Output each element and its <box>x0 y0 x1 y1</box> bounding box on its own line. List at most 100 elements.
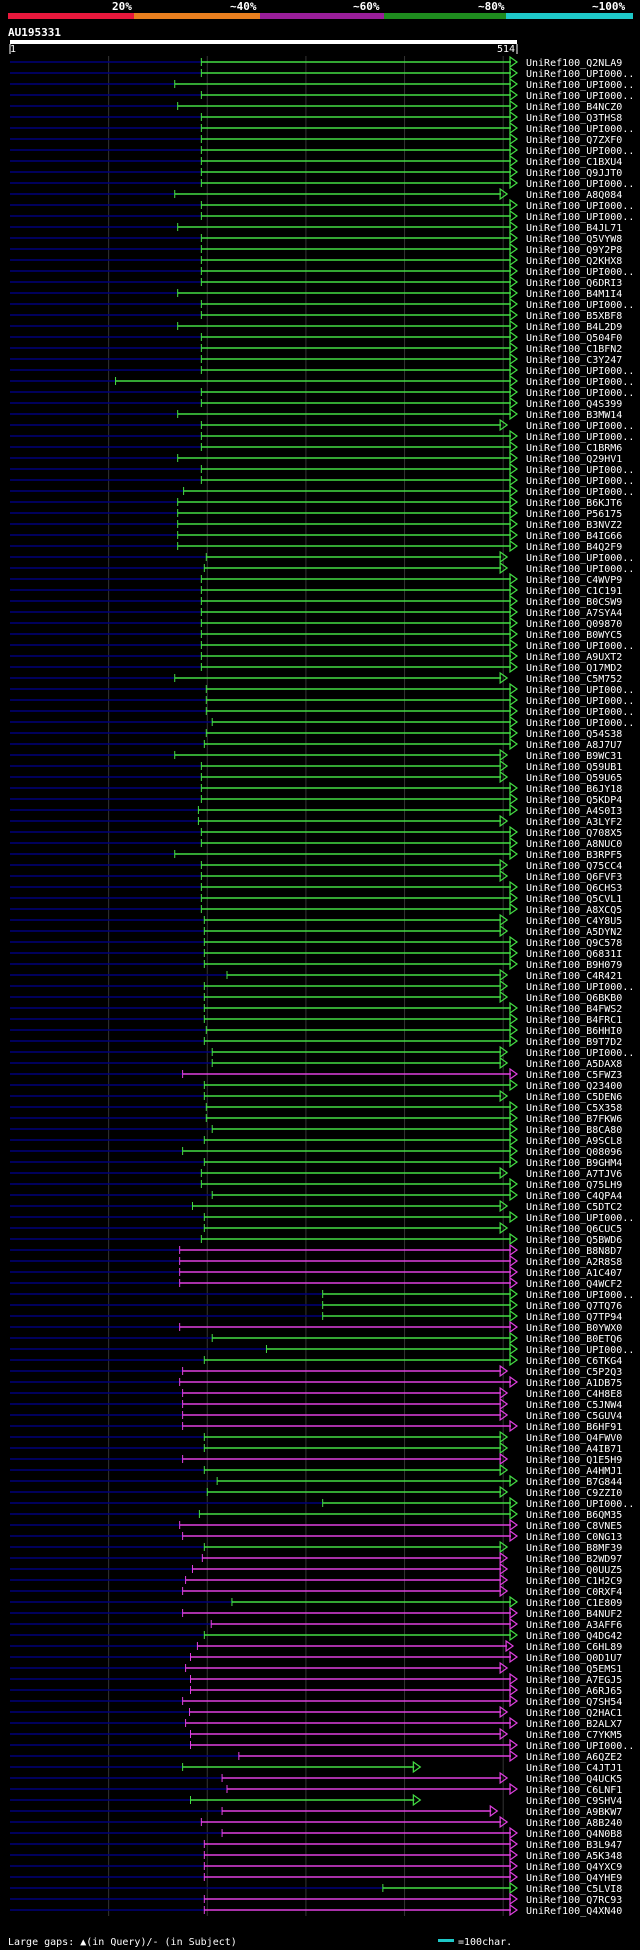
hit-label[interactable]: UniRef100_Q7ZXF0 <box>526 135 622 146</box>
hit-row[interactable]: UniRef100_B0CSW9 <box>10 594 622 608</box>
hit-row[interactable]: UniRef100_A1DB75 <box>10 1375 622 1389</box>
hit-row[interactable]: UniRef100_A9UXT2 <box>10 649 622 663</box>
hit-label[interactable]: UniRef100_C5M752 <box>526 674 622 685</box>
hit-row[interactable]: UniRef100_UPI000.. <box>10 121 634 135</box>
hit-label[interactable]: UniRef100_C4WVP9 <box>526 575 622 586</box>
hit-label[interactable]: UniRef100_Q5EMS1 <box>526 1664 622 1675</box>
hit-row[interactable]: UniRef100_C0RXF4 <box>10 1584 622 1598</box>
hit-label[interactable]: UniRef100_Q4N0B8 <box>526 1829 622 1840</box>
hit-row[interactable]: UniRef100_A8XCQ5 <box>10 902 622 916</box>
hit-row[interactable]: UniRef100_Q6831I <box>10 946 622 960</box>
hit-label[interactable]: UniRef100_B6KJT6 <box>526 498 622 509</box>
hit-row[interactable]: UniRef100_B7FKW6 <box>10 1111 622 1125</box>
hit-row[interactable]: UniRef100_B4L2D9 <box>10 319 622 333</box>
hit-row[interactable]: UniRef100_Q5VYW8 <box>10 231 622 245</box>
hit-label[interactable]: UniRef100_Q4YHE9 <box>526 1873 622 1884</box>
hit-row[interactable]: UniRef100_B0YWX0 <box>10 1320 622 1334</box>
hit-row[interactable]: UniRef100_UPI000.. <box>10 1342 634 1356</box>
hit-label[interactable]: UniRef100_A5DYN2 <box>526 927 622 938</box>
hit-label[interactable]: UniRef100_B8MF39 <box>526 1543 622 1554</box>
hit-label[interactable]: UniRef100_P56175 <box>526 509 622 520</box>
hit-row[interactable]: UniRef100_Q7TP94 <box>10 1309 622 1323</box>
hit-label[interactable]: UniRef100_Q6DRI3 <box>526 278 622 289</box>
hit-label[interactable]: UniRef100_UPI000.. <box>526 982 634 993</box>
hit-row[interactable]: UniRef100_UPI000.. <box>10 1496 634 1510</box>
hit-row[interactable]: UniRef100_C6LNF1 <box>10 1782 622 1796</box>
hit-row[interactable]: UniRef100_A6QZE2 <box>10 1749 622 1763</box>
hit-label[interactable]: UniRef100_Q4S399 <box>526 399 622 410</box>
hit-label[interactable]: UniRef100_Q23400 <box>526 1081 622 1092</box>
hit-row[interactable]: UniRef100_C8VNE5 <box>10 1518 622 1532</box>
hit-label[interactable]: UniRef100_B3NVZ2 <box>526 520 622 531</box>
hit-label[interactable]: UniRef100_A2R8S8 <box>526 1257 622 1268</box>
hit-label[interactable]: UniRef100_UPI000.. <box>526 80 634 91</box>
hit-row[interactable]: UniRef100_A4HMJ1 <box>10 1463 622 1477</box>
hit-row[interactable]: UniRef100_Q4S399 <box>10 396 622 410</box>
hit-label[interactable]: UniRef100_UPI000.. <box>526 707 634 718</box>
hit-row[interactable]: UniRef100_Q29HV1 <box>10 451 622 465</box>
hit-label[interactable]: UniRef100_UPI000.. <box>526 696 634 707</box>
hit-row[interactable]: UniRef100_A5K348 <box>10 1848 622 1862</box>
hit-label[interactable]: UniRef100_B9H079 <box>526 960 622 971</box>
hit-label[interactable]: UniRef100_Q59UB1 <box>526 762 622 773</box>
hit-label[interactable]: UniRef100_C8VNE5 <box>526 1521 622 1532</box>
hit-label[interactable]: UniRef100_B8CA80 <box>526 1125 622 1136</box>
hit-label[interactable]: UniRef100_C1E809 <box>526 1598 622 1609</box>
hit-label[interactable]: UniRef100_B0ETQ6 <box>526 1334 622 1345</box>
hit-label[interactable]: UniRef100_B4NCZ0 <box>526 102 622 113</box>
hit-row[interactable]: UniRef100_A8NUC0 <box>10 836 622 850</box>
hit-row[interactable]: UniRef100_Q708X5 <box>10 825 622 839</box>
hit-row[interactable]: UniRef100_Q4UCK5 <box>10 1771 622 1785</box>
hit-label[interactable]: UniRef100_A7SYA4 <box>526 608 622 619</box>
hit-label[interactable]: UniRef100_Q75CC4 <box>526 861 622 872</box>
hit-label[interactable]: UniRef100_B2ALX7 <box>526 1719 622 1730</box>
hit-label[interactable]: UniRef100_B3RPF5 <box>526 850 622 861</box>
hit-label[interactable]: UniRef100_UPI000.. <box>526 487 634 498</box>
hit-row[interactable]: UniRef100_C4WVP9 <box>10 572 622 586</box>
hit-label[interactable]: UniRef100_C3Y247 <box>526 355 622 366</box>
hit-label[interactable]: UniRef100_UPI000.. <box>526 421 634 432</box>
hit-row[interactable]: UniRef100_Q08096 <box>10 1144 622 1158</box>
hit-row[interactable]: UniRef100_C5DTC2 <box>10 1199 622 1213</box>
hit-row[interactable]: UniRef100_A9SCL8 <box>10 1133 622 1147</box>
hit-row[interactable]: UniRef100_C4R421 <box>10 968 622 982</box>
hit-row[interactable]: UniRef100_B4IG66 <box>10 528 622 542</box>
hit-label[interactable]: UniRef100_C1BRM6 <box>526 443 622 454</box>
hit-label[interactable]: UniRef100_C5FWZ3 <box>526 1070 622 1081</box>
hit-row[interactable]: UniRef100_Q6CUC5 <box>10 1221 622 1235</box>
hit-label[interactable]: UniRef100_Q7TQ76 <box>526 1301 622 1312</box>
hit-label[interactable]: UniRef100_Q7TP94 <box>526 1312 622 1323</box>
hit-label[interactable]: UniRef100_A8XCQ5 <box>526 905 622 916</box>
hit-row[interactable]: UniRef100_Q0D1U7 <box>10 1650 622 1664</box>
hit-row[interactable]: UniRef100_B6HHI0 <box>10 1023 622 1037</box>
hit-label[interactable]: UniRef100_A9BKW7 <box>526 1807 622 1818</box>
hit-row[interactable]: UniRef100_A7EGJ5 <box>10 1672 622 1686</box>
hit-row[interactable]: UniRef100_C4QPA4 <box>10 1188 622 1202</box>
hit-label[interactable]: UniRef100_Q2HAC1 <box>526 1708 622 1719</box>
hit-label[interactable]: UniRef100_A3LYF2 <box>526 817 622 828</box>
hit-label[interactable]: UniRef100_UPI000.. <box>526 476 634 487</box>
hit-label[interactable]: UniRef100_UPI000.. <box>526 1741 634 1752</box>
hit-label[interactable]: UniRef100_Q2KHX8 <box>526 256 622 267</box>
hit-row[interactable]: UniRef100_C7YKM5 <box>10 1727 622 1741</box>
hit-row[interactable]: UniRef100_UPI000.. <box>10 1287 634 1301</box>
hit-label[interactable]: UniRef100_C4QPA4 <box>526 1191 622 1202</box>
hit-row[interactable]: UniRef100_Q6DRI3 <box>10 275 622 289</box>
hit-label[interactable]: UniRef100_Q5KDP4 <box>526 795 622 806</box>
hit-row[interactable]: UniRef100_B4FWS2 <box>10 1001 622 1015</box>
hit-row[interactable]: UniRef100_A3LYF2 <box>10 814 622 828</box>
hit-row[interactable]: UniRef100_Q6BKB0 <box>10 990 622 1004</box>
hit-row[interactable]: UniRef100_UPI000.. <box>10 682 634 696</box>
hit-row[interactable]: UniRef100_B9GHM4 <box>10 1155 622 1169</box>
hit-row[interactable]: UniRef100_Q4FWV0 <box>10 1430 622 1444</box>
hit-row[interactable]: UniRef100_Q9JJT0 <box>10 165 622 179</box>
hit-row[interactable]: UniRef100_A3AFF6 <box>10 1617 622 1631</box>
hit-row[interactable]: UniRef100_A7SYA4 <box>10 605 622 619</box>
hit-row[interactable]: UniRef100_Q5EMS1 <box>10 1661 622 1675</box>
hit-row[interactable]: UniRef100_A8J7U7 <box>10 737 622 751</box>
hit-row[interactable]: UniRef100_A2R8S8 <box>10 1254 622 1268</box>
hit-label[interactable]: UniRef100_C1BFN2 <box>526 344 622 355</box>
hit-label[interactable]: UniRef100_C4JTJ1 <box>526 1763 622 1774</box>
hit-label[interactable]: UniRef100_B4IG66 <box>526 531 622 542</box>
hit-label[interactable]: UniRef100_UPI000.. <box>526 366 634 377</box>
